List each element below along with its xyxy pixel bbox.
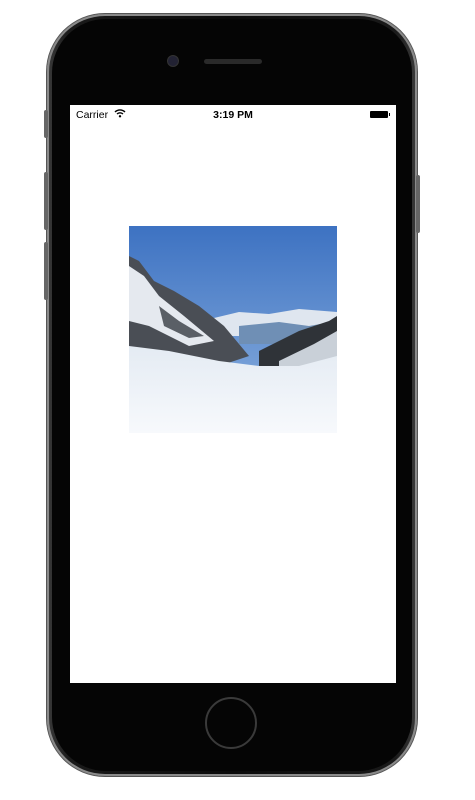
home-button[interactable] [205,697,257,749]
power-button[interactable] [416,175,420,233]
screen: Carrier 3:19 PM [70,105,396,683]
earpiece-speaker [204,59,262,64]
mountain-photo [129,226,337,433]
status-bar: Carrier 3:19 PM [70,105,396,125]
volume-down-button[interactable] [44,242,48,300]
mute-switch[interactable] [44,110,48,138]
battery-icon [370,111,390,118]
front-camera [168,56,178,66]
status-time: 3:19 PM [213,109,253,121]
volume-up-button[interactable] [44,172,48,230]
